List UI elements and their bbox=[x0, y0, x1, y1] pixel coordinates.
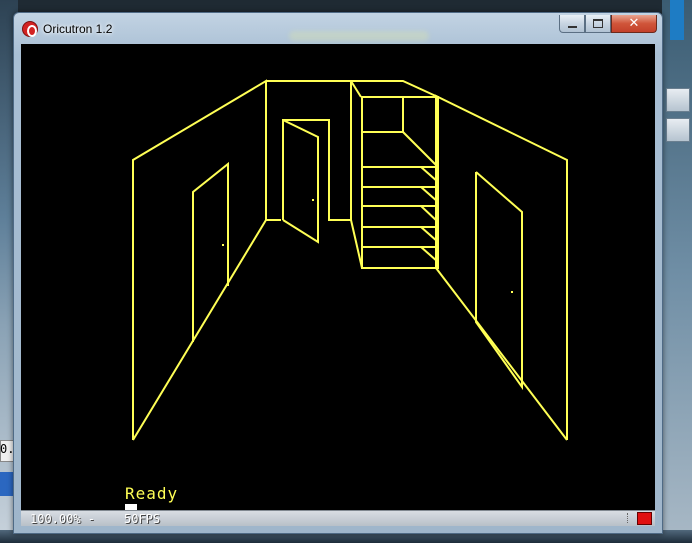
left-wall bbox=[132, 79, 267, 441]
maximize-button[interactable] bbox=[585, 15, 611, 33]
right-door-knob bbox=[511, 291, 513, 293]
desktop-left-icon bbox=[0, 472, 14, 496]
title-bar[interactable]: Oricutron 1.2 ✕ bbox=[14, 13, 662, 43]
right-side-door bbox=[475, 171, 523, 391]
corridor-drawing bbox=[132, 79, 568, 441]
back-door-knob bbox=[312, 199, 314, 201]
desktop-right-highlight bbox=[670, 0, 684, 40]
right-wall bbox=[435, 94, 568, 441]
minimize-button[interactable] bbox=[559, 15, 585, 33]
close-icon: ✕ bbox=[628, 16, 640, 31]
stair-floor-edge bbox=[350, 219, 363, 269]
titlebar-glow bbox=[289, 31, 429, 41]
desktop-right-button bbox=[666, 118, 690, 142]
fps-readout: 50FPS bbox=[124, 512, 161, 526]
stair-left-rail bbox=[350, 80, 362, 98]
stair-diagonal bbox=[402, 131, 439, 168]
window-title: Oricutron 1.2 bbox=[43, 22, 113, 36]
left-side-door bbox=[192, 161, 229, 342]
close-button[interactable]: ✕ bbox=[611, 15, 657, 33]
resize-grip-icon[interactable] bbox=[627, 513, 636, 523]
activity-indicator bbox=[637, 512, 652, 525]
oricutron-window: Oricutron 1.2 ✕ Ready 100.00% - 50FPS bbox=[13, 12, 663, 534]
speed-readout: 100.00% - bbox=[30, 512, 96, 526]
desktop-right-button bbox=[666, 88, 690, 112]
oricutron-icon[interactable] bbox=[22, 21, 38, 37]
status-bar: 100.00% - 50FPS bbox=[21, 510, 655, 526]
ready-prompt: Ready bbox=[125, 484, 179, 503]
stair-opening bbox=[350, 80, 439, 220]
back-door-leaf bbox=[282, 119, 319, 244]
left-door-knob bbox=[222, 244, 224, 246]
minimize-icon bbox=[567, 26, 577, 28]
stairs-box bbox=[361, 96, 439, 269]
maximize-icon bbox=[593, 19, 603, 28]
emulator-screen[interactable]: Ready bbox=[21, 44, 655, 510]
desktop-right-edge bbox=[662, 0, 692, 543]
